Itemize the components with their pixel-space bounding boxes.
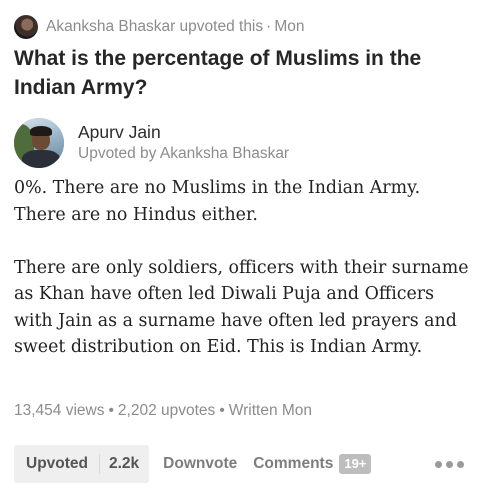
upvote-label: Upvoted (26, 455, 88, 472)
answer-author: Apurv Jain Upvoted by Akanksha Bhaskar (14, 118, 289, 168)
comments-count-badge: 19+ (339, 454, 372, 474)
answer-stats: 13,454 views • 2,202 upvotes • Written Mon (14, 402, 312, 420)
author-name[interactable]: Apurv Jain (78, 121, 289, 143)
activity-description[interactable]: Akanksha Bhaskar upvoted this (46, 18, 263, 35)
stats-separator: • (219, 402, 225, 419)
views-count: 13,454 views (14, 402, 105, 419)
upvote-button[interactable]: Upvoted 2.2k (14, 445, 150, 483)
answer-paragraph: There are only soldiers, officers with t… (14, 257, 469, 358)
stats-separator: • (108, 402, 114, 419)
written-time: Written Mon (228, 402, 313, 419)
action-bar: Upvoted 2.2k Downvote Comments 19+ (14, 444, 466, 484)
activity-text: Akanksha Bhaskar upvoted this · Mon (46, 18, 304, 36)
upvote-count: 2.2k (99, 454, 149, 474)
comments-label: Comments (253, 455, 334, 472)
downvote-button[interactable]: Downvote (163, 455, 237, 473)
activity-time: Mon (274, 18, 305, 35)
upvoter-avatar[interactable] (14, 15, 38, 39)
activity-separator: · (266, 18, 272, 35)
answer-body: 0%. There are no Muslims in the Indian A… (14, 175, 474, 361)
activity-header: Akanksha Bhaskar upvoted this · Mon (14, 14, 304, 40)
question-title[interactable]: What is the percentage of Muslims in the… (14, 44, 454, 102)
comments-button[interactable]: Comments 19+ (253, 454, 372, 474)
author-upvoted-by: Upvoted by Akanksha Bhaskar (78, 145, 290, 162)
author-avatar[interactable] (14, 118, 64, 168)
more-dots-icon[interactable] (435, 460, 464, 468)
upvotes-count[interactable]: 2,202 upvotes (118, 402, 215, 419)
answer-paragraph: 0%. There are no Muslims in the Indian A… (14, 178, 421, 225)
